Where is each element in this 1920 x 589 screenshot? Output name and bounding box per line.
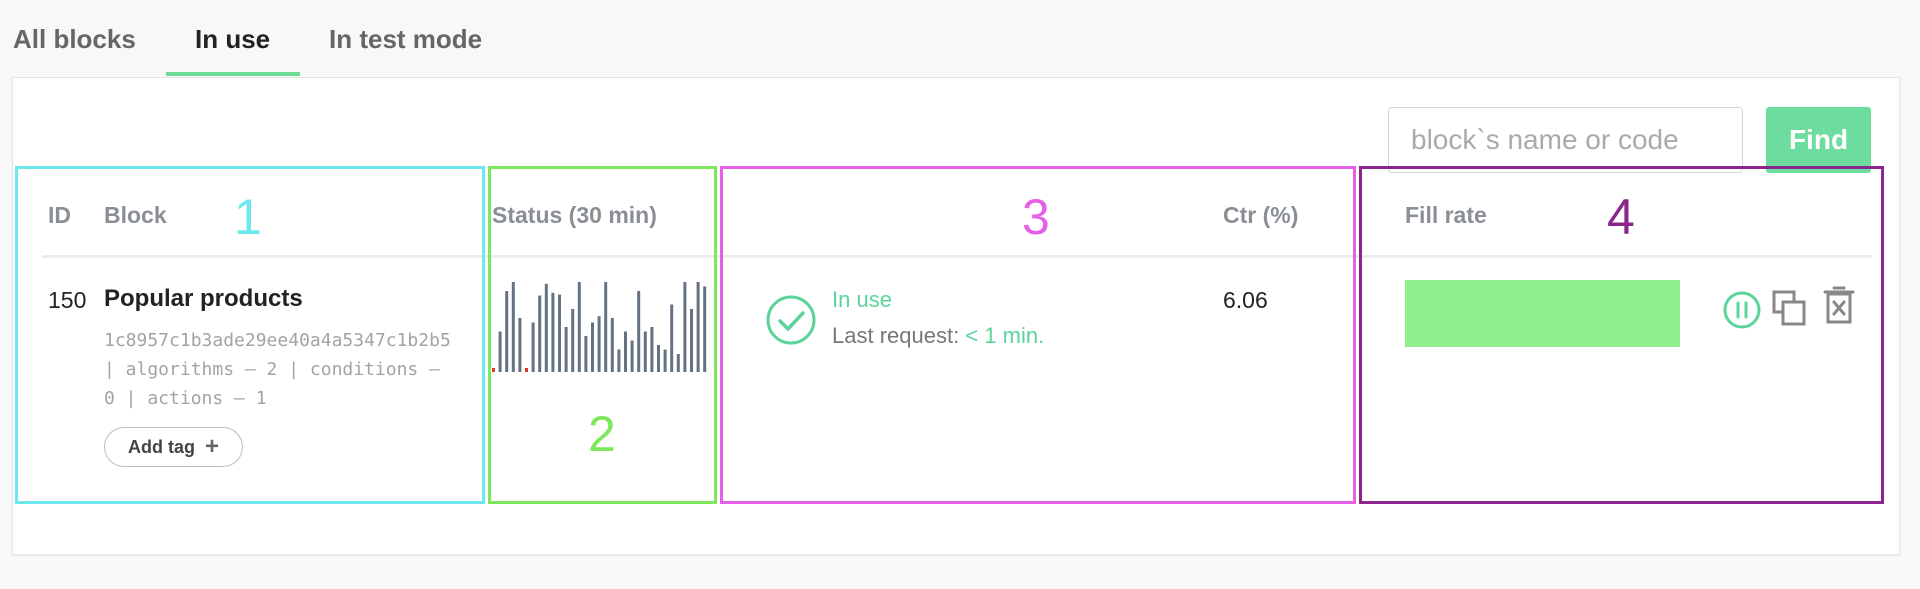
annotation-number-4: 4 [1607,189,1635,245]
active-tab-indicator [166,72,300,76]
tab-all-blocks[interactable]: All blocks [13,24,136,55]
find-button[interactable]: Find [1766,107,1871,173]
annotation-number-2: 2 [588,406,616,462]
annotation-number-1: 1 [234,189,262,245]
tab-bar: All blocks In use In test mode [0,0,1920,77]
annotation-number-3: 3 [1022,189,1050,245]
tab-in-test-mode[interactable]: In test mode [329,24,482,55]
tab-in-use[interactable]: In use [195,24,270,55]
search-input[interactable] [1388,107,1743,173]
